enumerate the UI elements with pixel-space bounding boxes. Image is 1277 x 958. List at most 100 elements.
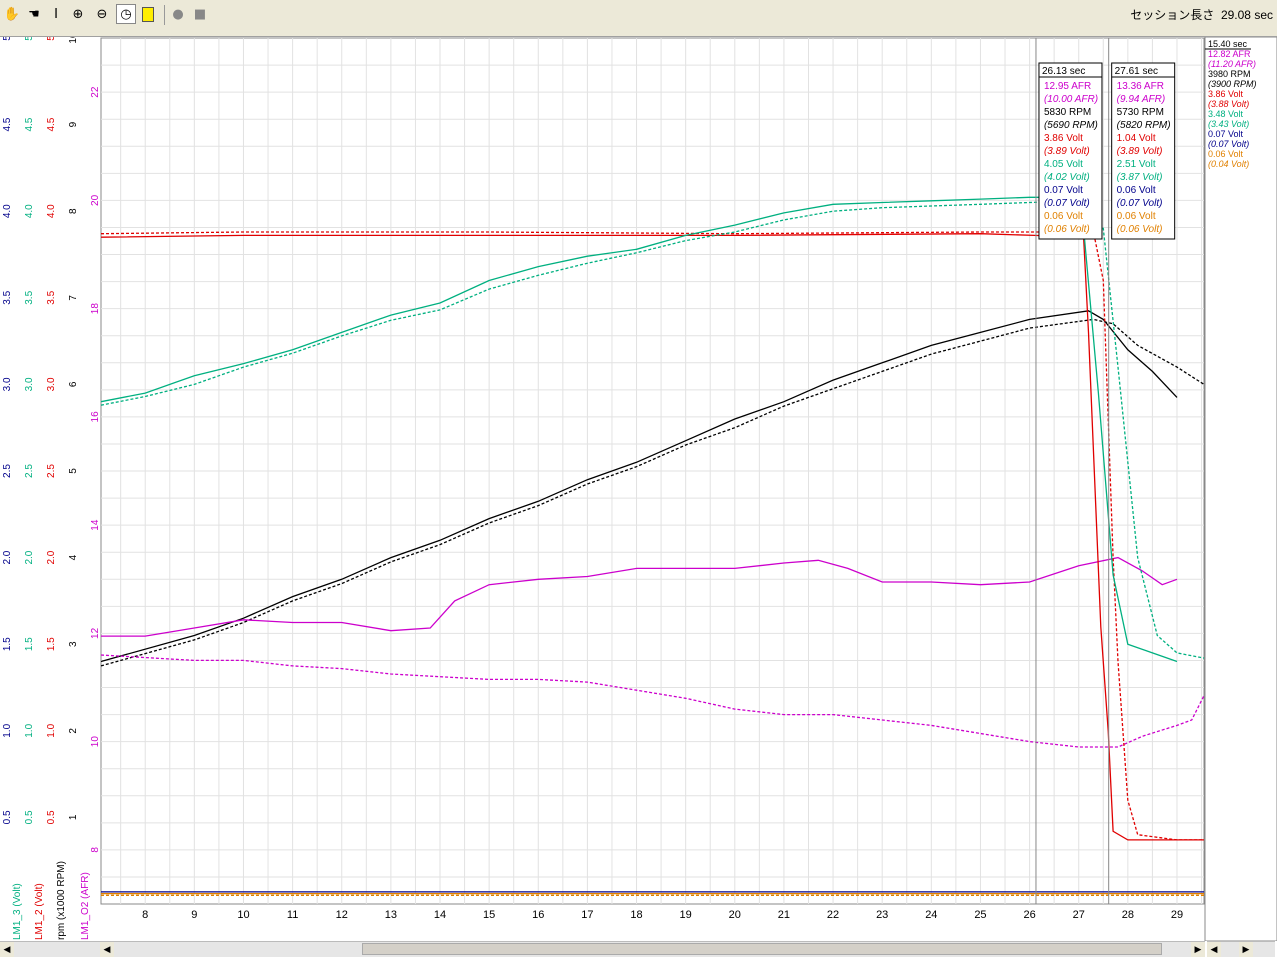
- axis-scrollbar[interactable]: ◀: [0, 941, 100, 957]
- volt4-tick-label: 3.5: [2, 290, 13, 304]
- note-icon[interactable]: [138, 4, 158, 24]
- scroll-thumb[interactable]: [362, 943, 1162, 955]
- cursor-value: 5830 RPM: [1044, 107, 1091, 118]
- afr-tick-label: 22: [90, 86, 101, 98]
- readout-value: (3.88 Volt): [1208, 99, 1249, 109]
- hand-icon[interactable]: ✋: [2, 4, 22, 24]
- volt4-tick-label: 2.5: [2, 464, 13, 478]
- x-tick-label: 21: [778, 909, 790, 921]
- record-icon[interactable]: ●: [168, 4, 188, 24]
- x-tick-label: 16: [532, 909, 544, 921]
- volt3-tick-label: 3.0: [24, 377, 35, 391]
- horizontal-scrollbar[interactable]: ◀ ▶: [100, 941, 1205, 957]
- afr-tick-label: 12: [90, 627, 101, 639]
- readout-value: (3900 RPM): [1208, 79, 1257, 89]
- readout-scroll-right-icon[interactable]: ▶: [1239, 942, 1253, 957]
- x-tick-label: 26: [1023, 909, 1035, 921]
- x-tick-label: 28: [1122, 909, 1134, 921]
- volt3-tick-label: 4.0: [24, 204, 35, 218]
- afr-tick-label: 20: [90, 194, 101, 206]
- cursor-icon[interactable]: I: [46, 4, 66, 24]
- x-tick-label: 29: [1171, 909, 1183, 921]
- scroll-left-arrow-icon[interactable]: ◀: [0, 942, 14, 957]
- readout-scrollbar[interactable]: ◀ ▶: [1207, 941, 1275, 957]
- rpm-tick-label: 3: [68, 641, 79, 647]
- volt2-tick-label: 1.5: [46, 637, 57, 651]
- rpm-tick-label: 1: [68, 814, 79, 820]
- volt4-tick-label: 1.5: [2, 637, 13, 651]
- zoom-out-icon[interactable]: ⊖: [92, 4, 112, 24]
- readout-value: (3.43 Volt): [1208, 119, 1249, 129]
- clock-icon[interactable]: ◷: [116, 4, 136, 24]
- cursor-value: (0.07 Volt): [1117, 198, 1163, 209]
- readout-value: 3.48 Volt: [1208, 109, 1244, 119]
- lm3-axis-label: LM1_3 (Volt): [12, 883, 23, 940]
- session-value: 29.08 sec: [1220, 8, 1273, 22]
- cursor-value: (4.02 Volt): [1044, 172, 1090, 183]
- volt2-tick-label: 4.5: [46, 117, 57, 131]
- axis-panel: [0, 37, 101, 941]
- afr-tick-label: 10: [90, 736, 101, 748]
- volt2-tick-label: 2.0: [46, 550, 57, 564]
- zoom-in-icon[interactable]: ⊕: [68, 4, 88, 24]
- afr-tick-label: 16: [90, 411, 101, 423]
- readout-value: (0.07 Volt): [1208, 139, 1249, 149]
- volt2-tick-label: 4.0: [46, 204, 57, 218]
- x-tick-label: 19: [680, 909, 692, 921]
- plot-area[interactable]: 8 9 10 11 12 13 14 15 16 17 18 19 20 21 22 23 24 25 26 27 28…: [0, 32, 1277, 942]
- volt3-tick-label: 4.5: [24, 117, 35, 131]
- x-tick-label: 20: [729, 909, 741, 921]
- cursor-value: 2.51 Volt: [1117, 159, 1156, 170]
- session-label: セッション長さ: [1130, 8, 1215, 22]
- volt4-tick-label: 4.5: [2, 117, 13, 131]
- readout-value: 3.86 Volt: [1208, 89, 1244, 99]
- cursor-value: 1.04 Volt: [1117, 133, 1156, 144]
- volt4-tick-label: 2.0: [2, 550, 13, 564]
- scroll-right-icon[interactable]: ▶: [1191, 942, 1205, 957]
- x-tick-label: 13: [385, 909, 397, 921]
- readout-scroll-left-icon[interactable]: ◀: [1207, 942, 1221, 957]
- rpm-tick-label: 8: [68, 208, 79, 214]
- cursor-value: 13.36 AFR: [1117, 81, 1164, 92]
- readout-value: 0.06 Volt: [1208, 149, 1244, 159]
- cursor-value: (9.94 AFR): [1117, 94, 1166, 105]
- volt2-tick-label: 3.5: [46, 290, 57, 304]
- volt4-tick-label: 5: [2, 37, 13, 41]
- cursor-value: 0.06 Volt: [1044, 211, 1083, 222]
- volt4-tick-label: 3.0: [2, 377, 13, 391]
- readout-value: (11.20 AFR): [1208, 59, 1256, 69]
- volt3-tick-label: 2.0: [24, 550, 35, 564]
- afr-tick-label: 8: [90, 847, 101, 853]
- scroll-left-icon[interactable]: ◀: [100, 942, 114, 957]
- x-tick-label: 14: [434, 909, 446, 921]
- cursor-value: (3.87 Volt): [1117, 172, 1163, 183]
- cursor-value: (10.00 AFR): [1044, 94, 1098, 105]
- afr-tick-label: 14: [90, 519, 101, 531]
- volt4-tick-label: 1.0: [2, 723, 13, 737]
- readout-value: 0.07 Volt: [1208, 129, 1244, 139]
- volt4-tick-label: 4.0: [2, 204, 13, 218]
- cursor-value: 5730 RPM: [1117, 107, 1164, 118]
- chart-svg[interactable]: 8 9 10 11 12 13 14 15 16 17 18 19 20 21 22 23 24 25 26 27 28…: [0, 32, 1277, 942]
- volt2-tick-label: 1.0: [46, 723, 57, 737]
- cursor-value: (3.89 Volt): [1117, 146, 1163, 157]
- cursor-value: (0.07 Volt): [1044, 198, 1090, 209]
- rpm-tick-label: 10: [68, 37, 79, 44]
- cursor-value: (0.06 Volt): [1044, 224, 1090, 235]
- grab-icon[interactable]: ☚: [24, 4, 44, 24]
- readout-value: (0.04 Volt): [1208, 159, 1249, 169]
- volt3-tick-label: 5: [24, 37, 35, 41]
- session-length: セッション長さ 29.08 sec: [1130, 6, 1273, 23]
- volt2-tick-label: 3.0: [46, 377, 57, 391]
- x-tick-label: 11: [287, 909, 298, 921]
- x-tick-label: 27: [1073, 909, 1085, 921]
- cursor-value: 4.05 Volt: [1044, 159, 1083, 170]
- cursor-value: 12.95 AFR: [1044, 81, 1091, 92]
- x-tick-label: 15: [483, 909, 495, 921]
- stop-icon[interactable]: ■: [190, 4, 210, 24]
- x-tick-label: 22: [827, 909, 839, 921]
- readout-value: 12.82 AFR: [1208, 49, 1251, 59]
- lm2-axis-label: LM1_2 (Volt): [34, 883, 45, 940]
- x-tick-label: 12: [336, 909, 348, 921]
- x-tick-label: 25: [974, 909, 986, 921]
